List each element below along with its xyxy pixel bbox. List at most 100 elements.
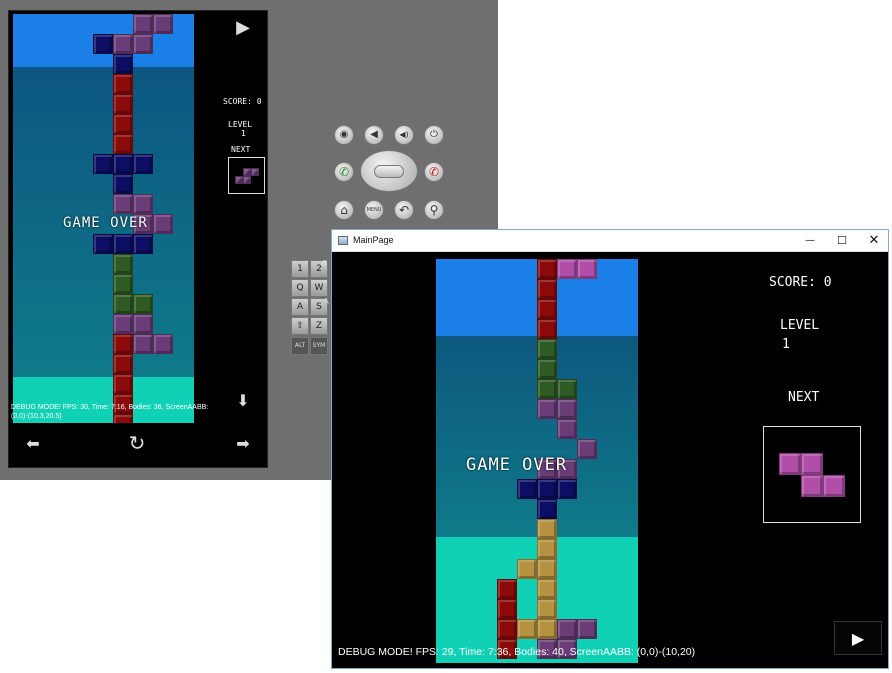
- score-text: SCORE: 0: [769, 275, 832, 290]
- tetromino-block: [801, 453, 823, 475]
- left-arrow-icon[interactable]: ⬅: [21, 434, 45, 453]
- tetromino-block: [113, 314, 133, 334]
- tetromino-block: [153, 334, 173, 354]
- tetromino-block: [557, 419, 577, 439]
- level-value: 1: [782, 337, 790, 352]
- tetromino-block: [243, 176, 251, 184]
- level-label: LEVEL: [780, 318, 820, 333]
- minimize-button[interactable]: —: [794, 230, 826, 252]
- score-text: SCORE: 0: [223, 97, 262, 106]
- tetromino-block: [557, 619, 577, 639]
- window-title: MainPage: [353, 235, 394, 245]
- mainpage-window: MainPage — ☐ ✕ GAME OVER SCORE: 0 LEVEL …: [331, 229, 889, 669]
- key-a[interactable]: A: [291, 298, 309, 316]
- tetromino-block: [823, 475, 845, 497]
- tetromino-block: [113, 74, 133, 94]
- emulator-screen: GAME OVER SCORE: 0 LEVEL 1 NEXT DEBUG MO…: [8, 10, 268, 468]
- game-over-text: GAME OVER: [63, 215, 148, 231]
- tetromino-block: [537, 479, 557, 499]
- tetromino-block: [113, 154, 133, 174]
- tetromino-block: [133, 34, 153, 54]
- play-icon[interactable]: ▶: [231, 17, 255, 38]
- tetromino-block: [557, 379, 577, 399]
- right-arrow-icon[interactable]: ➡: [231, 434, 255, 453]
- camera-button[interactable]: ◉: [334, 125, 354, 145]
- title-bar: MainPage — ☐ ✕: [332, 230, 888, 252]
- tetromino-block: [133, 334, 153, 354]
- close-button[interactable]: ✕: [858, 230, 890, 252]
- playfield: GAME OVER: [436, 259, 638, 663]
- key-alt-char-backslash: \: [325, 297, 330, 305]
- tetromino-block: [557, 259, 577, 279]
- level-value: 1: [241, 129, 246, 138]
- tetromino-block: [133, 194, 153, 214]
- tetromino-block: [537, 299, 557, 319]
- tetromino-block: [517, 479, 537, 499]
- tetromino-block: [497, 619, 517, 639]
- tetromino-block: [113, 34, 133, 54]
- rotate-icon[interactable]: ↻: [125, 431, 149, 455]
- play-icon: ▶: [851, 629, 865, 648]
- next-label: NEXT: [231, 145, 251, 154]
- back-button[interactable]: ↶: [394, 200, 414, 220]
- tetromino-block: [113, 194, 133, 214]
- debug-line-2: (0,0)-(10.3,20.5): [11, 413, 62, 420]
- tetromino-block: [537, 579, 557, 599]
- volume-up-button[interactable]: ◀): [394, 125, 414, 145]
- power-button[interactable]: ⏻: [424, 125, 444, 145]
- tetromino-block: [577, 439, 597, 459]
- tetromino-block: [153, 14, 173, 34]
- key-alt[interactable]: ALT: [291, 337, 309, 355]
- tetromino-block: [113, 374, 133, 394]
- call-button[interactable]: ✆: [334, 162, 354, 182]
- tetromino-block: [537, 519, 557, 539]
- tetromino-block: [537, 259, 557, 279]
- dpad-center[interactable]: [374, 165, 404, 178]
- home-button[interactable]: ⌂: [334, 200, 354, 220]
- key-sym[interactable]: SYM: [310, 337, 328, 355]
- next-piece-box: [228, 157, 265, 194]
- key-shift[interactable]: ⇧: [291, 317, 309, 335]
- volume-down-button[interactable]: ◀: [364, 125, 384, 145]
- level-label: LEVEL: [228, 120, 253, 129]
- next-piece-box: [763, 426, 861, 523]
- debug-line-1: DEBUG MODE! FPS: 30, Time: 7:16, Bodies:…: [11, 404, 209, 411]
- tetromino-block: [801, 475, 823, 497]
- next-label: NEXT: [788, 390, 820, 405]
- tetromino-block: [537, 399, 557, 419]
- key-q[interactable]: Q: [291, 279, 309, 297]
- app-icon: [338, 236, 348, 245]
- menu-button[interactable]: MENU: [364, 200, 384, 220]
- tetromino-block: [113, 134, 133, 154]
- tetromino-block: [537, 359, 557, 379]
- tetromino-block: [517, 619, 537, 639]
- tetromino-block: [537, 279, 557, 299]
- down-arrow-icon[interactable]: ⬇: [231, 391, 255, 410]
- tetromino-block: [113, 54, 133, 74]
- play-button[interactable]: ▶: [834, 621, 882, 655]
- tetromino-block: [497, 599, 517, 619]
- search-button[interactable]: ⚲: [424, 200, 444, 220]
- tetromino-block: [537, 539, 557, 559]
- tetromino-block: [557, 479, 577, 499]
- tetromino-block: [113, 174, 133, 194]
- key-z[interactable]: Z: [310, 317, 328, 335]
- maximize-button[interactable]: ☐: [826, 230, 858, 252]
- tetromino-block: [243, 168, 251, 176]
- phone-playfield: GAME OVER: [13, 14, 194, 423]
- tetromino-block: [557, 399, 577, 419]
- tetromino-block: [113, 414, 133, 423]
- tetromino-block: [93, 234, 113, 254]
- tetromino-block: [251, 168, 259, 176]
- tetromino-block: [517, 559, 537, 579]
- game-over-text: GAME OVER: [466, 455, 568, 475]
- tetromino-block: [133, 234, 153, 254]
- tetromino-block: [133, 154, 153, 174]
- tetromino-block: [537, 559, 557, 579]
- tetromino-block: [577, 619, 597, 639]
- tetromino-block: [235, 176, 243, 184]
- tetromino-block: [113, 294, 133, 314]
- end-call-button[interactable]: ✆: [424, 162, 444, 182]
- key-1[interactable]: 1: [291, 260, 309, 278]
- tetromino-block: [113, 234, 133, 254]
